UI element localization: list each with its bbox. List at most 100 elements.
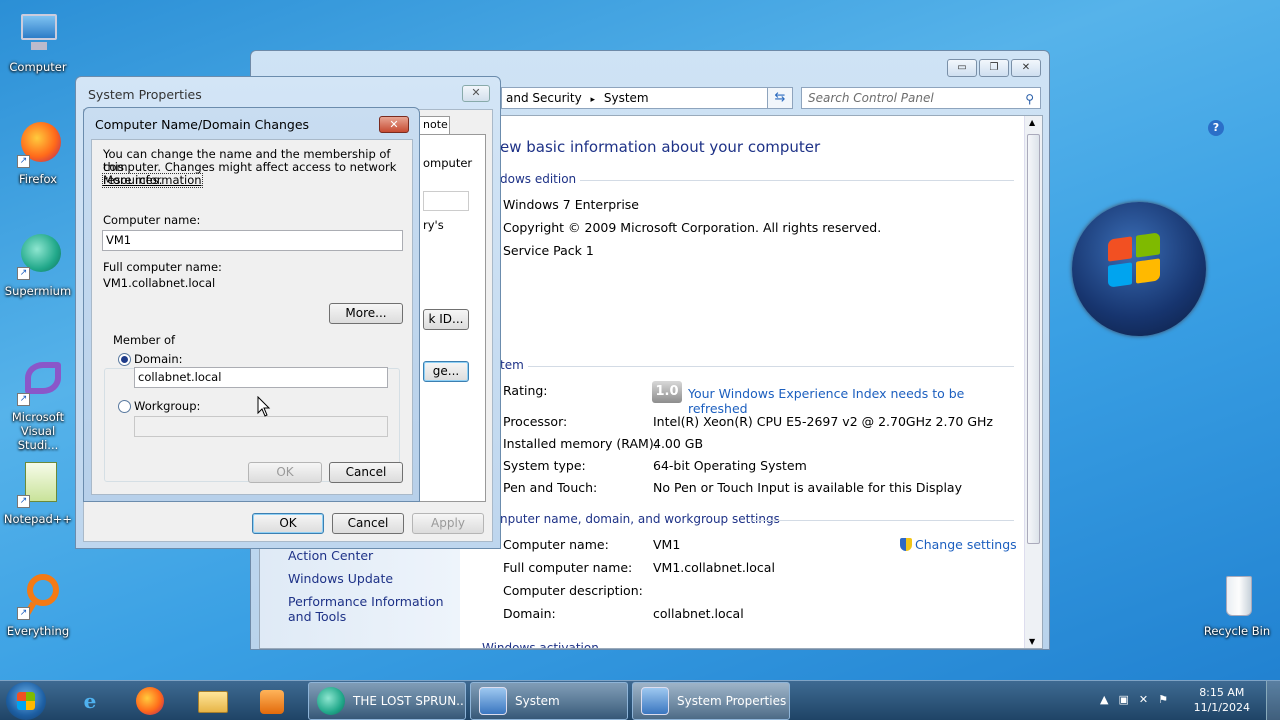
change-settings-link[interactable]: Change settings <box>900 537 1017 552</box>
system-type-value: 64-bit Operating System <box>653 458 807 473</box>
ok-button[interactable]: OK <box>252 513 324 534</box>
domain-value: collabnet.local <box>653 606 744 621</box>
workgroup-radio[interactable] <box>118 400 131 413</box>
service-pack: Service Pack 1 <box>503 243 594 258</box>
domain-input[interactable]: collabnet.local <box>134 367 388 388</box>
full-name-label: Full computer name: <box>103 260 222 274</box>
media-player-icon[interactable] <box>244 683 300 719</box>
tab-remote[interactable]: note <box>418 116 450 134</box>
close-button[interactable]: ✕ <box>1011 59 1041 77</box>
show-desktop-button[interactable] <box>1266 681 1280 720</box>
shortcut-arrow-icon: ↗ <box>17 607 30 620</box>
network-icon[interactable]: ▣ <box>1118 693 1138 706</box>
notepadpp-icon: ↗ <box>15 462 61 508</box>
section-computer-name: nputer name, domain, and workgroup setti… <box>500 512 780 526</box>
clock[interactable]: 8:15 AM 11/1/2024 <box>1194 685 1250 715</box>
processor-value: Intel(R) Xeon(R) CPU E5-2697 v2 @ 2.70GH… <box>653 414 993 429</box>
desktop-icon-label: Computer <box>9 60 67 74</box>
domain-label[interactable]: Domain: <box>134 353 183 366</box>
cancel-button[interactable]: Cancel <box>332 513 404 534</box>
desktop-icon-label: Microsoft Visual Studi... <box>11 410 65 452</box>
desktop-icon-label: Recycle Bin <box>1203 624 1271 638</box>
firefox-icon: ↗ <box>15 122 61 168</box>
show-hidden-icons-icon[interactable]: ▲ <box>1100 693 1118 706</box>
search-icon[interactable]: ⚲ <box>1025 89 1034 109</box>
domain-radio[interactable] <box>118 353 131 366</box>
desktop-icon-everything[interactable]: ↗ Everything <box>0 574 76 638</box>
shortcut-arrow-icon: ↗ <box>17 495 30 508</box>
close-button[interactable]: ✕ <box>462 85 490 102</box>
breadcrumb-system[interactable]: System <box>604 91 649 105</box>
maximize-button[interactable]: ❐ <box>979 59 1009 77</box>
system-icon <box>479 687 507 715</box>
experience-index-badge: 1.0 <box>652 381 682 403</box>
search-input[interactable]: Search Control Panel ⚲ <box>801 87 1041 109</box>
desktop-icon-visual-studio[interactable]: ↗ Microsoft Visual Studi... <box>0 360 76 452</box>
task-label: System Properties <box>677 694 787 708</box>
domain-label: Domain: <box>503 606 556 621</box>
desktop-icon-supermium[interactable]: ↗ Supermium <box>0 234 76 298</box>
shield-icon <box>900 538 912 551</box>
desktop-icon-label: Firefox <box>18 172 58 186</box>
link-action-center[interactable]: Action Center <box>288 548 373 563</box>
dialog-body: You can change the name and the membersh… <box>91 139 413 495</box>
mouse-cursor-icon <box>257 396 271 417</box>
change-button[interactable]: ge... <box>423 361 469 382</box>
link-performance-tools[interactable]: Performance Information and Tools <box>288 594 458 624</box>
section-system: tem <box>500 358 524 372</box>
desktop-icon-label: Supermium <box>4 284 72 298</box>
computer-name-domain-dialog: Computer Name/Domain Changes ✕ You can c… <box>83 107 420 502</box>
apply-button[interactable]: Apply <box>412 513 484 534</box>
cancel-button[interactable]: Cancel <box>329 462 403 483</box>
ok-button[interactable]: OK <box>248 462 322 483</box>
taskbar-item-system[interactable]: System <box>470 682 628 720</box>
computer-name-value: VM1 <box>653 537 681 552</box>
computer-name-input[interactable]: VM1 <box>102 230 403 251</box>
close-button[interactable]: ✕ <box>379 116 409 133</box>
workgroup-input[interactable] <box>134 416 388 437</box>
address-bar[interactable]: and Security ▸ System ▼ <box>501 87 791 109</box>
memory-value: 4.00 GB <box>653 436 704 451</box>
pen-touch-value: No Pen or Touch Input is available for t… <box>653 480 962 495</box>
taskbar-item-system-properties[interactable]: System Properties <box>632 682 790 720</box>
system-properties-icon <box>641 687 669 715</box>
desktop-icon-recycle-bin[interactable]: Recycle Bin <box>1199 574 1275 638</box>
file-explorer-icon[interactable] <box>184 683 240 719</box>
more-button[interactable]: More... <box>329 303 403 324</box>
more-information-link[interactable]: More information <box>102 173 203 188</box>
page-title: ew basic information about your computer <box>500 138 821 156</box>
supermium-icon <box>317 687 345 715</box>
partial-input <box>423 191 469 211</box>
scroll-thumb[interactable] <box>1027 134 1040 544</box>
window-controls: ▭ ❐ ✕ <box>947 59 1041 77</box>
everything-icon: ↗ <box>15 574 61 620</box>
section-divider <box>752 520 1014 521</box>
desktop-icon-notepadpp[interactable]: ↗ Notepad++ <box>0 462 76 526</box>
scroll-up-icon[interactable]: ▲ <box>1029 118 1035 127</box>
link-windows-update[interactable]: Windows Update <box>288 571 393 586</box>
refresh-button[interactable]: ⇆ <box>767 87 793 109</box>
minimize-button[interactable]: ▭ <box>947 59 977 77</box>
experience-index-link[interactable]: Your Windows Experience Index needs to b… <box>688 386 1020 416</box>
start-button[interactable] <box>6 682 46 720</box>
breadcrumb-security[interactable]: and Security <box>506 91 582 105</box>
computer-name-label: Computer name: <box>103 213 201 227</box>
breadcrumb-separator-icon[interactable]: ▸ <box>591 95 596 105</box>
desktop-icon-firefox[interactable]: ↗ Firefox <box>0 122 76 186</box>
shortcut-arrow-icon: ↗ <box>17 393 30 406</box>
desktop-icon-computer[interactable]: Computer <box>0 10 76 74</box>
volume-muted-icon[interactable]: ✕ <box>1139 693 1158 706</box>
scroll-down-icon[interactable]: ▼ <box>1029 637 1035 646</box>
member-of-label: Member of <box>111 333 178 347</box>
network-id-button[interactable]: k ID... <box>423 309 469 330</box>
action-center-flag-icon[interactable]: ⚑ <box>1158 693 1178 706</box>
workgroup-label[interactable]: Workgroup: <box>134 400 200 413</box>
edition-name: Windows 7 Enterprise <box>503 197 639 212</box>
vertical-scrollbar[interactable]: ▲ ▼ <box>1024 116 1042 648</box>
rating-label: Rating: <box>503 383 548 398</box>
taskbar-item-supermium[interactable]: THE LOST SPRUN... <box>308 682 466 720</box>
internet-explorer-icon[interactable]: e <box>62 683 118 719</box>
help-icon[interactable]: ? <box>1208 120 1224 136</box>
firefox-taskbar-icon[interactable] <box>122 683 178 719</box>
pen-touch-label: Pen and Touch: <box>503 480 598 495</box>
